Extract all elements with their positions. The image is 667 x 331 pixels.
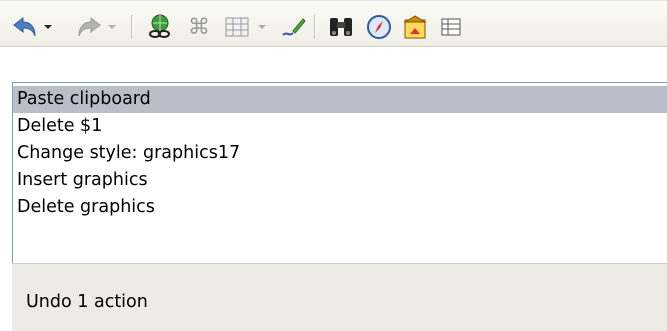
undo-icon (13, 16, 36, 37)
status-text: Undo 1 action (26, 292, 148, 312)
draw-functions-button[interactable] (278, 13, 308, 41)
table-dropdown-arrow[interactable] (256, 21, 268, 33)
chevron-down-icon (44, 25, 52, 29)
gallery-icon (403, 15, 427, 39)
find-replace-button[interactable] (326, 13, 356, 41)
data-sources-icon (441, 18, 461, 36)
list-item-paste-clipboard[interactable]: Paste clipboard (13, 86, 667, 113)
redo-icon (78, 16, 101, 37)
list-item-change-style[interactable]: Change style: graphics17 (17, 140, 667, 167)
hyperlink-button[interactable] (145, 13, 175, 41)
list-item-delete-1[interactable]: Delete $1 (17, 113, 667, 140)
table-icon (225, 17, 249, 37)
undo-button[interactable] (10, 13, 40, 41)
navigator-compass-icon (367, 15, 391, 39)
left-margin (0, 47, 12, 331)
navigator-button[interactable]: ⌘ (184, 13, 214, 41)
list-item-insert-graphics[interactable]: Insert graphics (17, 167, 667, 194)
redo-dropdown-arrow[interactable] (106, 21, 118, 33)
navigator-icon: ⌘ (188, 14, 210, 40)
insert-table-button[interactable] (222, 13, 252, 41)
redo-button[interactable] (74, 13, 104, 41)
data-sources-button[interactable] (440, 13, 464, 41)
standard-toolbar: ⌘ (0, 0, 667, 47)
navigator-compass-button[interactable] (364, 13, 394, 41)
undo-history-list: Paste clipboard Delete $1 Change style: … (12, 82, 667, 263)
draw-functions-icon (282, 18, 306, 36)
hyperlink-icon (149, 14, 170, 38)
toolbar-separator (131, 15, 132, 39)
find-replace-icon (330, 18, 352, 36)
gallery-button[interactable] (400, 13, 430, 41)
chevron-down-icon (258, 25, 266, 29)
undo-dropdown-arrow[interactable] (42, 21, 54, 33)
list-item-delete-graphics[interactable]: Delete graphics (17, 194, 667, 221)
toolbar-separator (314, 15, 315, 39)
chevron-down-icon (108, 25, 116, 29)
dropdown-gap (12, 47, 667, 82)
undo-status-bar: Undo 1 action (12, 263, 667, 331)
